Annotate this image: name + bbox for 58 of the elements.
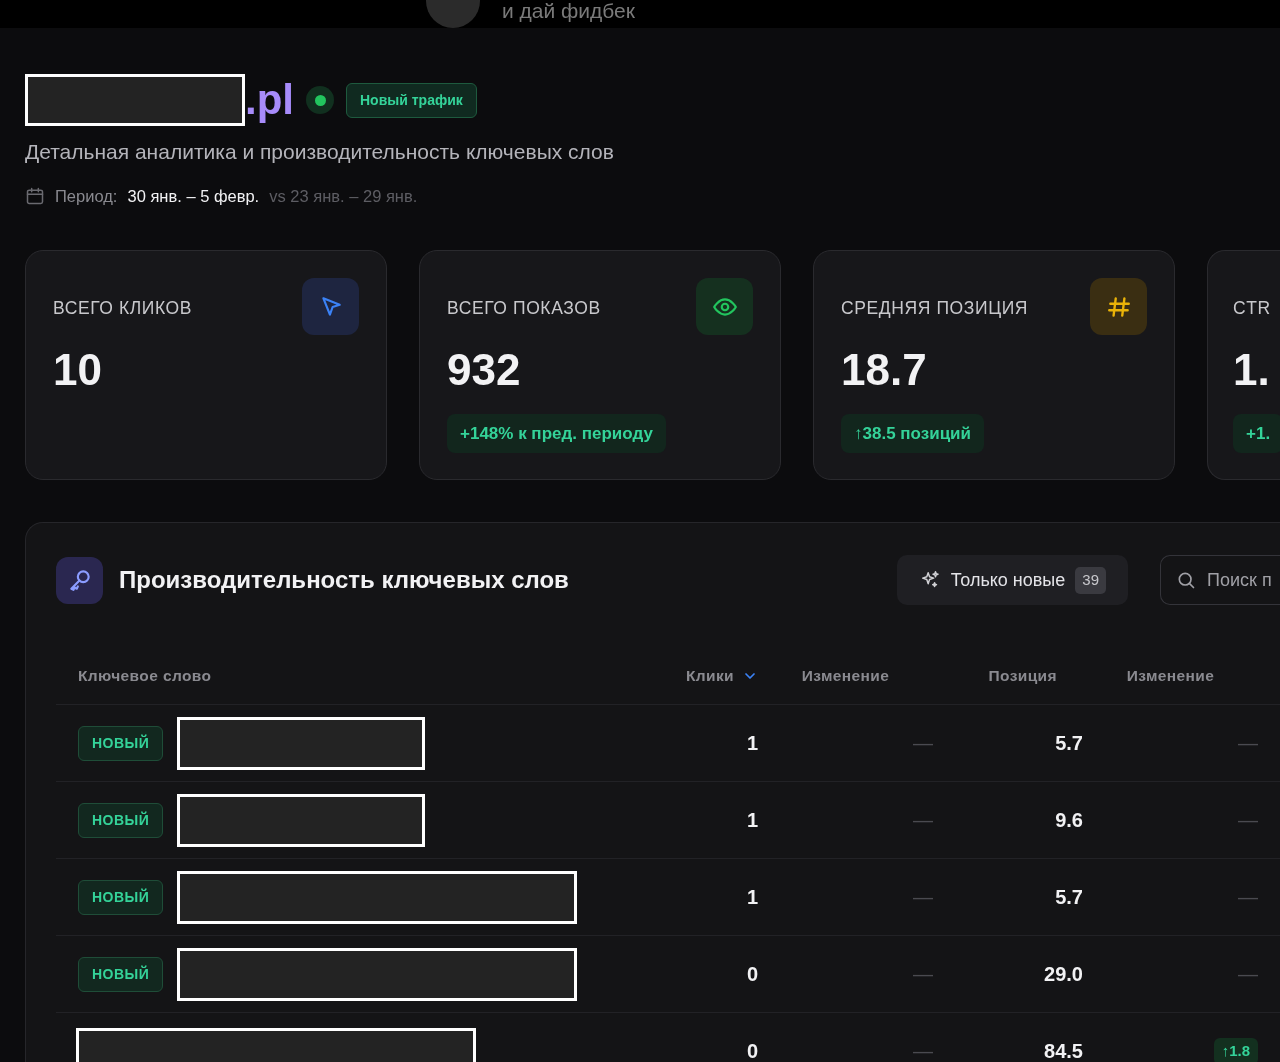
table-cell-text: — [1237, 885, 1258, 911]
button-label: Только новые [950, 568, 1066, 592]
new-badge: НОВЫЙ [78, 879, 164, 915]
cursor-icon [302, 278, 359, 336]
period-label: Период: [55, 185, 118, 207]
table-cell-text: — [1237, 962, 1258, 988]
domain-suffix: .pl [245, 79, 294, 121]
change-badge: +1. [1233, 413, 1280, 453]
chat-message-text: и дай фидбек [502, 0, 635, 25]
column-header[interactable]: Клики [685, 664, 734, 688]
search-field[interactable]: Поиск п [1160, 555, 1280, 606]
panel-title: Производительность ключевых слов [119, 565, 569, 596]
table-cell-text: 5.7 [1054, 885, 1083, 911]
column-header[interactable]: Изменение [801, 664, 890, 688]
search-icon [1176, 570, 1196, 591]
stat-label: ВСЕГО КЛИКОВ [53, 297, 194, 321]
stat-value: 10 [53, 347, 103, 392]
traffic-badge: Новый трафик [346, 82, 477, 118]
stat-label: ВСЕГО ПОКАЗОВ [447, 297, 602, 321]
change-badge: ↑38.5 позиций [841, 413, 984, 453]
page-subtitle: Детальная аналитика и производительность ключевых слов [25, 139, 615, 165]
change-badge: ↑1.8 [1213, 1038, 1258, 1062]
table-cell-text: 29.0 [1043, 962, 1083, 988]
table-cell-text: 5.7 [1054, 731, 1083, 757]
table-cell-text: — [1237, 808, 1258, 834]
table-cell-text: — [1237, 731, 1258, 757]
stat-label: CTR [1233, 297, 1272, 321]
table-cell-text: — [912, 1039, 933, 1062]
change-badge: +148% к пред. периоду [447, 413, 666, 453]
new-badge: НОВЫЙ [78, 956, 164, 992]
table-cell-text: 0 [745, 962, 758, 988]
table-cell-text: 1 [745, 885, 758, 911]
table-cell-text: 84.5 [1043, 1039, 1083, 1062]
calendar-icon [25, 185, 45, 206]
key-icon [56, 556, 103, 604]
stat-value: 18.7 [841, 347, 928, 392]
eye-icon [696, 278, 753, 336]
column-header[interactable]: Позиция [988, 664, 1057, 688]
column-header[interactable]: Ключевое слово [78, 664, 212, 688]
count-badge: 39 [1075, 567, 1106, 594]
period-range: 30 янв. – 5 февр. [127, 185, 260, 207]
table-cell-text: — [912, 808, 933, 834]
table-cell-text: — [912, 731, 933, 757]
hash-icon [1090, 278, 1147, 336]
new-badge: НОВЫЙ [78, 725, 164, 761]
stat-label: СРЕДНЯЯ ПОЗИЦИЯ [841, 297, 1030, 321]
stat-value: 1. [1233, 347, 1271, 392]
table-cell-text: 0 [745, 1039, 758, 1062]
table-cell-text: 9.6 [1054, 808, 1083, 834]
stat-value: 932 [447, 347, 522, 392]
table-cell-text: 1 [745, 808, 758, 834]
comparison-range: vs 23 янв. – 29 янв. [269, 185, 418, 207]
new-only-filter-button[interactable]: Только новые 39 [896, 555, 1128, 606]
table-cell-text: 1 [745, 731, 758, 757]
table-cell-text: — [912, 962, 933, 988]
table-cell-text: — [912, 885, 933, 911]
column-header[interactable]: Изменение [1126, 664, 1215, 688]
new-badge: НОВЫЙ [78, 802, 164, 838]
